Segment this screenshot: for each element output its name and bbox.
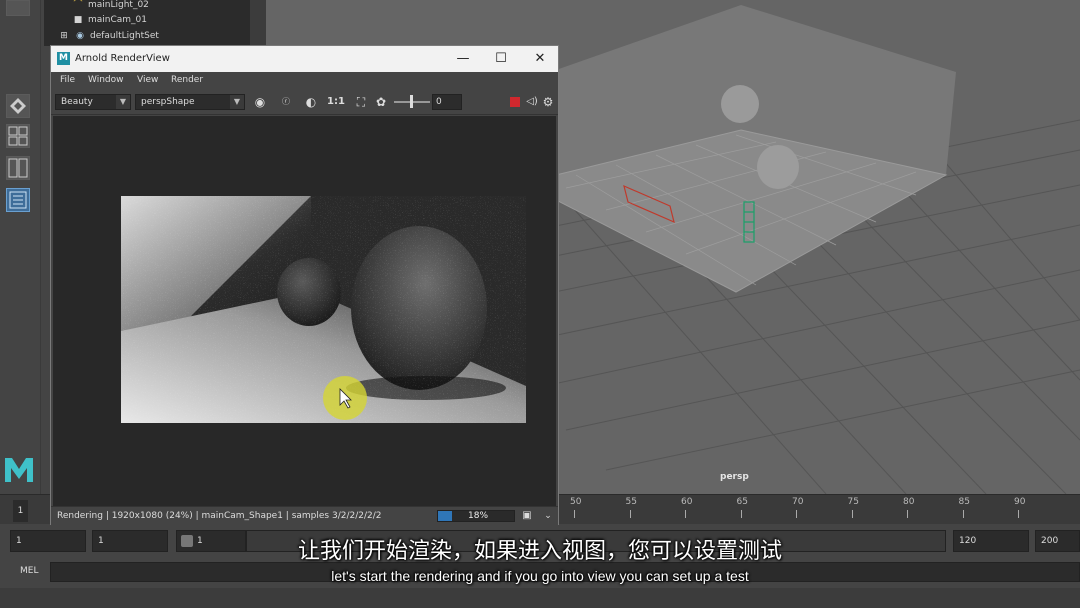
frame-tick-label: 80 xyxy=(903,497,915,507)
frame-tick xyxy=(574,510,575,518)
frame-tick-label: 70 xyxy=(792,497,804,507)
frame-tick xyxy=(907,510,908,518)
maya-app-icon: M xyxy=(57,52,70,65)
settings-gear-small-icon[interactable]: ✿ xyxy=(373,94,389,110)
menu-view[interactable]: View xyxy=(137,75,158,85)
menu-file[interactable]: File xyxy=(60,75,75,85)
render-region-icon[interactable]: ◉ xyxy=(252,94,268,110)
frame-tick-label: 60 xyxy=(681,497,693,507)
layout-two-icon[interactable] xyxy=(6,156,30,180)
exposure-slider-handle[interactable] xyxy=(410,95,413,108)
minimize-icon[interactable]: — xyxy=(449,49,477,69)
subtitle-english: let's start the rendering and if you go … xyxy=(331,568,749,584)
aov-dropdown[interactable]: Beauty ▼ xyxy=(55,94,131,110)
render-image xyxy=(121,196,526,423)
frame-tick-label: 50 xyxy=(570,497,582,507)
frame-tick-label: 65 xyxy=(736,497,748,507)
select-tool-icon[interactable] xyxy=(6,0,30,16)
crop-region-icon[interactable]: ⛶ xyxy=(353,94,369,110)
layout-single-icon[interactable] xyxy=(6,94,30,118)
camera-icon: ■ xyxy=(73,15,83,25)
menu-window[interactable]: Window xyxy=(88,75,124,85)
window-titlebar[interactable]: M Arnold RenderView — ☐ ✕ xyxy=(51,46,558,72)
stop-render-icon[interactable] xyxy=(510,97,520,107)
frame-tick xyxy=(1018,510,1019,518)
progress-label: 18% xyxy=(468,511,489,521)
window-title: Arnold RenderView xyxy=(75,53,170,64)
set-icon: ◉ xyxy=(76,31,84,41)
maximize-icon[interactable]: ☐ xyxy=(487,49,515,69)
exposure-field[interactable]: 0 xyxy=(432,94,462,110)
camera-dropdown[interactable]: perspShape ▼ xyxy=(135,94,245,110)
frame-tick-label: 85 xyxy=(958,497,970,507)
camera-name-label: persp xyxy=(720,472,749,482)
outliner-layout-icon[interactable] xyxy=(6,188,30,212)
frame-tick-label: 55 xyxy=(625,497,637,507)
menu-render[interactable]: Render xyxy=(171,75,203,85)
render-canvas[interactable] xyxy=(53,116,556,506)
gear-icon[interactable]: ⚙ xyxy=(540,94,556,110)
alpha-channel-icon[interactable]: ◐ xyxy=(303,94,319,110)
menu-bar: File Window View Render xyxy=(51,72,558,90)
frame-tick xyxy=(740,510,742,518)
help-line xyxy=(0,588,1080,608)
status-bar: Rendering | 1920x1080 (24%) | mainCam_Sh… xyxy=(51,506,558,525)
render-progress-bar: 18% xyxy=(437,510,515,522)
egg-object[interactable] xyxy=(721,85,759,123)
render-toolbar: Beauty ▼ perspShape ▼ ◉ ⓡ ◐ 1:1 ⛶ ✿ 0 ◁)… xyxy=(51,90,558,115)
outliner-panel: ⌒ mainLight_02 ■ mainCam_01 ⊞ ◉ defaultLight… xyxy=(44,0,250,46)
tool-strip xyxy=(0,0,41,494)
arnold-renderview-window[interactable]: M Arnold RenderView — ☐ ✕ File Window Vi… xyxy=(50,45,559,525)
frame-tick xyxy=(629,510,631,518)
ipr-icon[interactable]: ◁) xyxy=(524,94,540,110)
chevron-down-icon: ▼ xyxy=(116,95,130,109)
outliner-item[interactable]: ⊞ ◉ defaultLightSet xyxy=(58,28,159,44)
current-frame-field[interactable]: 1 xyxy=(13,500,28,522)
frame-tick-label: 90 xyxy=(1014,497,1026,507)
snapshot-icon[interactable]: ▣ xyxy=(519,508,535,524)
egg-object[interactable] xyxy=(757,145,799,189)
progress-fill xyxy=(438,511,452,521)
chevron-down-icon[interactable]: ⌄ xyxy=(540,508,556,524)
close-icon[interactable]: ✕ xyxy=(526,49,554,69)
frame-tick xyxy=(796,510,797,518)
render-status-text: Rendering | 1920x1080 (24%) | mainCam_Sh… xyxy=(57,511,382,521)
layout-four-icon[interactable] xyxy=(6,124,30,148)
expand-icon[interactable]: ⊞ xyxy=(58,28,70,44)
frame-tick xyxy=(851,510,853,518)
maya-logo-icon xyxy=(5,458,33,482)
rgb-channel-icon[interactable]: ⓡ xyxy=(278,94,294,110)
frame-tick xyxy=(685,510,686,518)
frame-tick-label: 75 xyxy=(847,497,859,507)
ratio-button[interactable]: 1:1 xyxy=(327,94,345,110)
frame-tick xyxy=(962,510,964,518)
outliner-item[interactable]: ■ mainCam_01 xyxy=(72,12,147,28)
chevron-down-icon: ▼ xyxy=(230,95,244,109)
subtitle-chinese: 让我们开始渲染，如果进入视图，您可以设置测试 xyxy=(297,539,782,564)
